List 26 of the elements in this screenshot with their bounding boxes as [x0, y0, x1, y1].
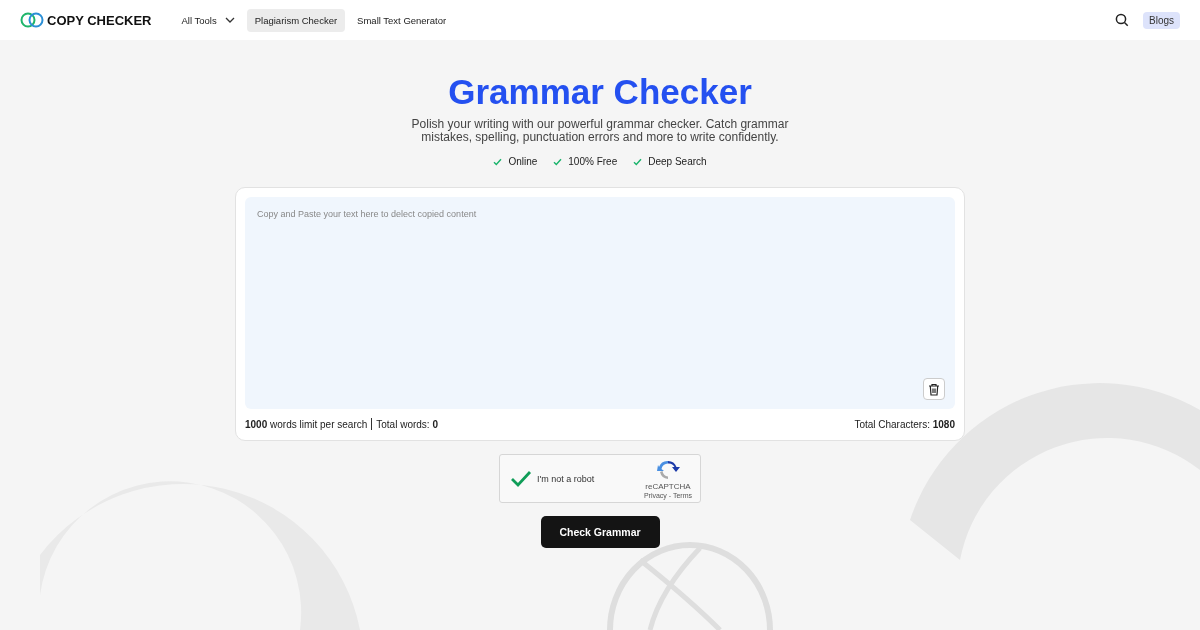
checkmark-icon[interactable]	[510, 469, 532, 488]
feature-label: Online	[508, 156, 538, 167]
recaptcha-brand: reCAPTCHA	[645, 481, 691, 491]
check-icon	[493, 157, 503, 166]
page-title: Grammar Checker	[448, 72, 752, 112]
logo-text[interactable]: COPY CHECKER	[47, 12, 152, 28]
captcha-label: I'm not a robot	[537, 473, 595, 484]
logo-icon	[20, 12, 44, 28]
nav-link[interactable]: All Tools	[173, 8, 243, 32]
blogs-button[interactable]: Blogs	[1143, 11, 1180, 29]
subtitle: Polish your writing with our powerful grammar checker. Catch grammar mistakes, spelling, punctuation errors and more to write confidently.	[410, 118, 790, 144]
total-words-text: Total words: 0	[376, 418, 438, 430]
total-characters-text: Total Characters: 1080	[854, 418, 955, 430]
word-limit-text: 1000 words limit per search	[245, 418, 368, 430]
feature-label: Deep Search	[648, 156, 707, 167]
text-input-field[interactable]: Copy and Paste your text here to delect copied content	[245, 197, 955, 409]
delete-button[interactable]	[923, 378, 945, 400]
nav-link[interactable]: Small Text Generator	[349, 8, 455, 32]
check-grammar-button[interactable]: Check Grammar	[540, 516, 660, 548]
recaptcha-logo-icon	[655, 458, 680, 481]
nav-link[interactable]: Plagiarism Checker	[246, 8, 346, 32]
trash-icon	[928, 382, 940, 396]
check-icon	[633, 157, 643, 166]
search-icon[interactable]	[1115, 13, 1129, 27]
check-icon	[553, 157, 563, 166]
feature-label: 100% Free	[568, 156, 618, 167]
